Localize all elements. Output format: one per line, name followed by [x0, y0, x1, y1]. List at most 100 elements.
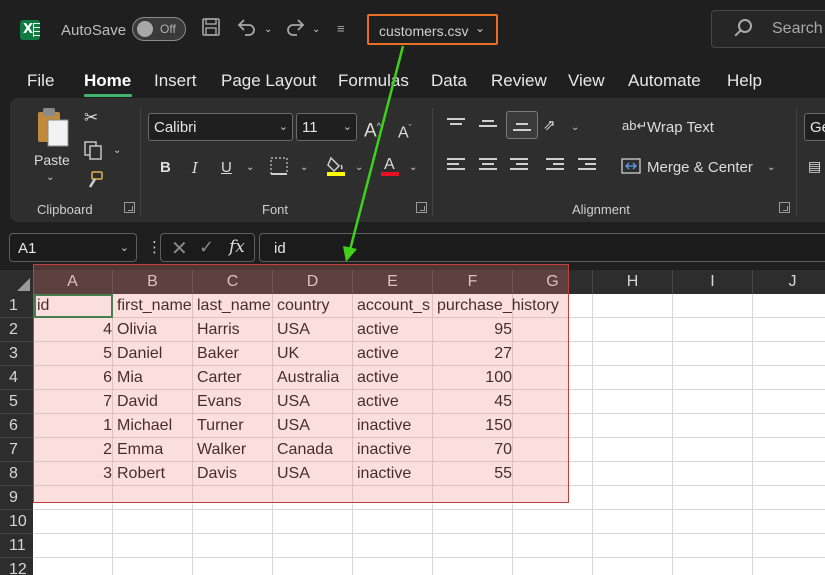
paste-button[interactable]	[34, 106, 72, 155]
enter-icon[interactable]: ✓	[199, 237, 214, 258]
fill-color-dropdown-icon[interactable]: ⌄	[355, 162, 363, 173]
align-right-icon[interactable]	[510, 158, 528, 172]
row-header[interactable]: 1	[0, 294, 33, 318]
autosave-toggle[interactable]: Off	[132, 17, 186, 41]
font-name-value: Calibri	[154, 119, 197, 136]
align-top-icon[interactable]	[447, 118, 465, 132]
ribbon-tabs: File Home Insert Page Layout Formulas Da…	[0, 62, 825, 98]
merge-center-icon[interactable]	[621, 156, 641, 181]
merge-center-button[interactable]: Merge & Center	[647, 159, 753, 176]
orientation-dropdown-icon[interactable]: ⌄	[571, 122, 579, 133]
italic-button[interactable]: I	[192, 158, 198, 178]
name-box-value: A1	[18, 240, 37, 257]
fill-color-icon[interactable]	[325, 154, 347, 181]
merge-dropdown-icon[interactable]: ⌄	[767, 162, 775, 173]
align-middle-icon[interactable]	[479, 118, 497, 132]
worksheet-grid: A B C D E F G H I J 1 2 3 4 5 6 7 8 9 10…	[0, 264, 825, 575]
format-painter-icon[interactable]	[84, 170, 104, 195]
font-color-icon[interactable]: A	[379, 154, 401, 181]
tab-file[interactable]: File	[27, 71, 54, 91]
select-all-button[interactable]	[0, 270, 33, 294]
font-name-select[interactable]: Calibri ⌄	[148, 113, 293, 141]
currency-format-icon[interactable]: ▤	[808, 156, 821, 176]
column-header[interactable]: J	[753, 270, 825, 294]
wrap-text-icon[interactable]: ab↵	[622, 116, 647, 136]
row-header[interactable]: 4	[0, 366, 33, 390]
row-header[interactable]: 5	[0, 390, 33, 414]
redo-icon[interactable]	[284, 17, 306, 44]
chevron-down-icon: ⌄	[278, 121, 288, 133]
autosave-label: AutoSave	[61, 22, 127, 39]
tab-insert[interactable]: Insert	[154, 71, 197, 91]
row-header[interactable]: 3	[0, 342, 33, 366]
tab-view[interactable]: View	[568, 71, 605, 91]
row-header[interactable]: 11	[0, 534, 33, 558]
wrap-text-button[interactable]: Wrap Text	[647, 119, 714, 136]
row-header[interactable]: 9	[0, 486, 33, 510]
formula-actions: ✕ ✓ fx	[160, 233, 255, 262]
row-header[interactable]: 10	[0, 510, 33, 534]
filename-dropdown[interactable]: customers.csv ⌄	[367, 14, 498, 45]
column-header[interactable]: H	[593, 270, 673, 294]
align-left-icon[interactable]	[447, 158, 465, 172]
decrease-indent-icon[interactable]	[546, 158, 564, 172]
font-color-dropdown-icon[interactable]: ⌄	[409, 162, 417, 173]
tab-home[interactable]: Home	[84, 71, 131, 91]
paste-label: Paste	[34, 152, 70, 168]
row-header[interactable]: 6	[0, 414, 33, 438]
column-header[interactable]: I	[673, 270, 753, 294]
underline-button[interactable]: U	[221, 158, 232, 178]
alignment-launcher-icon[interactable]	[779, 202, 790, 213]
undo-dropdown-icon[interactable]: ⌄	[264, 24, 272, 35]
redo-dropdown-icon[interactable]: ⌄	[312, 24, 320, 35]
title-bar: AutoSave Off ⌄ ⌄ ≡ customers.csv ⌄ Searc…	[0, 0, 825, 62]
underline-dropdown-icon[interactable]: ⌄	[246, 162, 254, 173]
increase-indent-icon[interactable]	[578, 158, 596, 172]
row-header[interactable]: 7	[0, 438, 33, 462]
paste-dropdown-icon[interactable]: ⌄	[46, 172, 54, 183]
font-launcher-icon[interactable]	[416, 202, 427, 213]
tab-page-layout[interactable]: Page Layout	[221, 71, 316, 91]
highlighted-data-range	[33, 264, 569, 503]
align-bottom-icon	[513, 120, 531, 134]
formula-value: id	[274, 240, 286, 257]
ribbon: Paste ⌄ ✂ ⌄ Clipboard Calibri ⌄ 11 ⌄ A^ …	[10, 98, 825, 222]
cancel-icon[interactable]: ✕	[171, 236, 188, 261]
tab-formulas[interactable]: Formulas	[338, 71, 409, 91]
row-header[interactable]: 8	[0, 462, 33, 486]
font-size-select[interactable]: 11 ⌄	[296, 113, 357, 141]
search-placeholder: Search	[772, 20, 823, 37]
name-box[interactable]: A1 ⌄	[9, 233, 137, 262]
save-icon[interactable]	[201, 17, 221, 44]
align-bottom-button[interactable]	[506, 111, 538, 139]
number-format-select[interactable]: Ge	[804, 113, 825, 141]
font-group-label: Font	[262, 202, 289, 217]
alignment-group-label: Alignment	[572, 202, 630, 217]
row-header[interactable]: 2	[0, 318, 33, 342]
filename-label: customers.csv	[379, 23, 469, 39]
tab-help[interactable]: Help	[727, 71, 762, 91]
divider	[796, 108, 797, 216]
bold-button[interactable]: B	[160, 158, 171, 178]
orientation-icon[interactable]: ⇗	[543, 116, 556, 136]
increase-font-size-icon[interactable]: A^	[364, 116, 381, 141]
row-headers: 1 2 3 4 5 6 7 8 9 10 11 12	[0, 294, 33, 575]
cut-icon[interactable]: ✂	[84, 108, 98, 128]
decrease-font-size-icon[interactable]: Aˇ	[398, 118, 412, 143]
copy-dropdown-icon[interactable]: ⌄	[113, 145, 121, 156]
customize-toolbar-icon[interactable]: ≡	[337, 17, 345, 41]
tab-automate[interactable]: Automate	[628, 71, 701, 91]
search-box[interactable]: Search	[711, 10, 825, 48]
insert-function-icon[interactable]: fx	[229, 237, 245, 257]
tab-data[interactable]: Data	[431, 71, 467, 91]
copy-icon[interactable]	[83, 140, 103, 165]
svg-text:A: A	[384, 156, 395, 173]
clipboard-launcher-icon[interactable]	[124, 202, 135, 213]
align-center-icon[interactable]	[479, 158, 497, 172]
borders-icon[interactable]	[269, 156, 289, 181]
row-header[interactable]: 12	[0, 558, 33, 575]
tab-review[interactable]: Review	[491, 71, 547, 91]
undo-icon[interactable]	[236, 17, 258, 44]
formula-input[interactable]: id	[259, 233, 825, 262]
borders-dropdown-icon[interactable]: ⌄	[300, 162, 308, 173]
